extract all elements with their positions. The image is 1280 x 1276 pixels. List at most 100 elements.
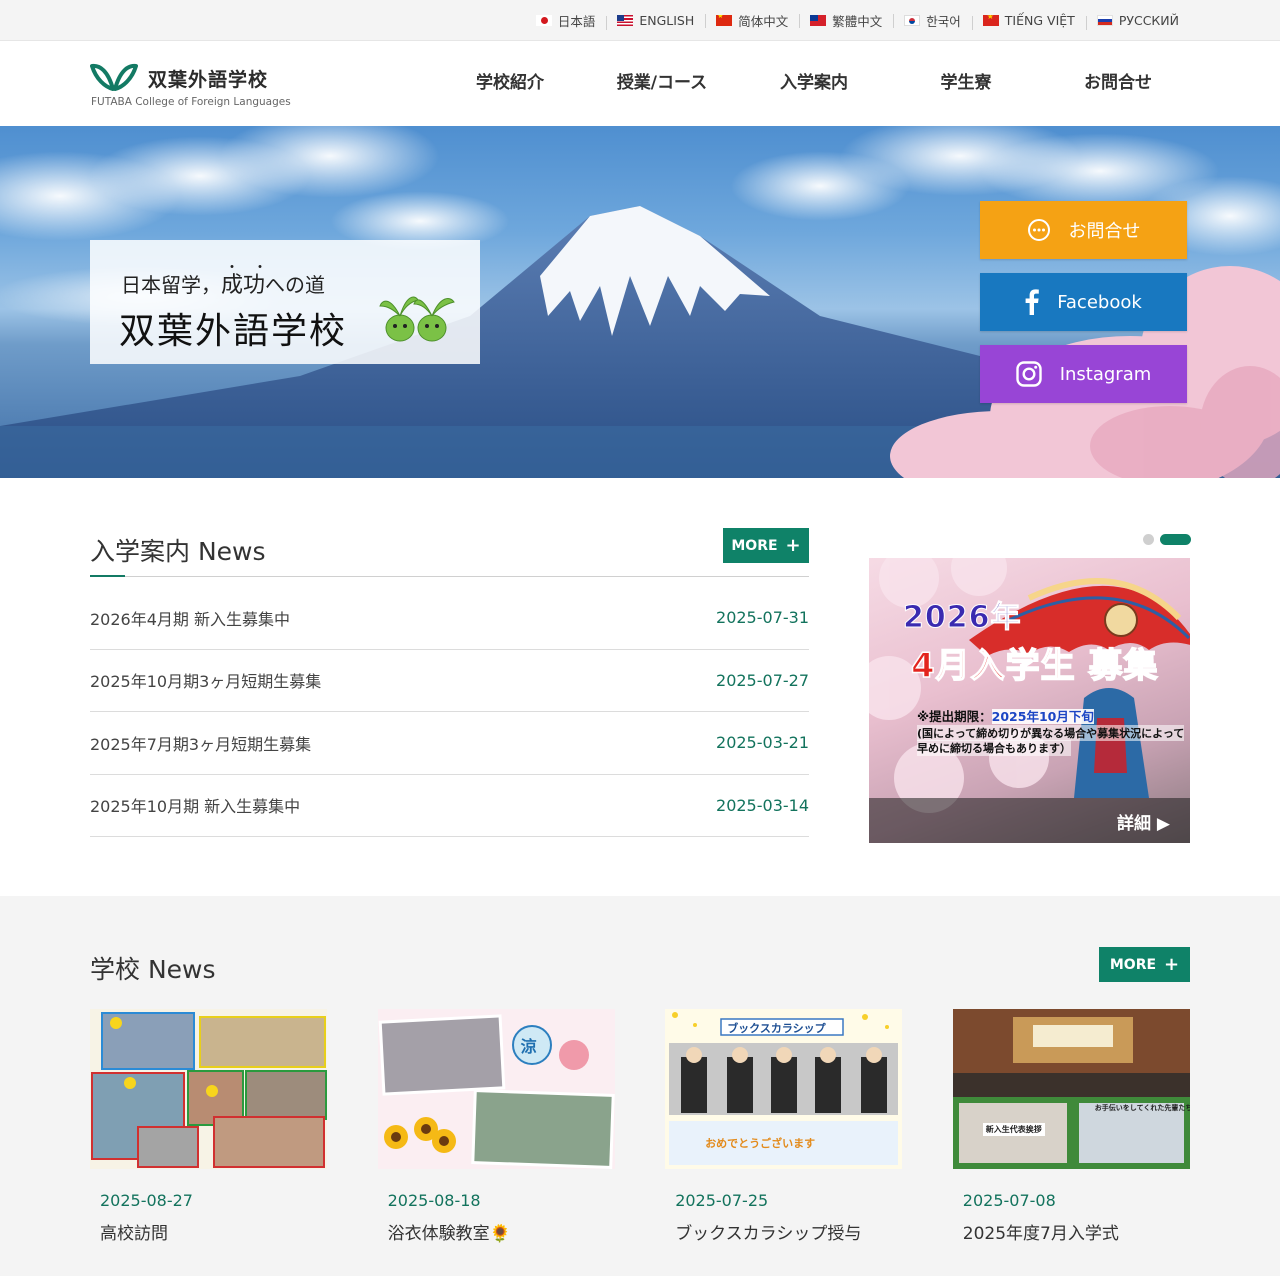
- more-label: MORE: [1109, 956, 1157, 973]
- thumbnail-footer-text: おめでとうございます: [705, 1137, 816, 1150]
- banner-deadline: ※提出期限：2025年10月下旬: [917, 706, 1094, 725]
- slider-dot[interactable]: [1143, 534, 1154, 545]
- admission-more-button[interactable]: MORE +: [723, 528, 809, 563]
- lang-en[interactable]: ENGLISH: [606, 12, 705, 30]
- chat-icon: [1027, 218, 1051, 242]
- news-date: 2025-07-31: [716, 608, 809, 628]
- card-title[interactable]: 浴衣体験教室🌻: [378, 1219, 615, 1244]
- admission-news-list: 2026年4月期 新入生募集中 2025-07-31 2025年10月期3ヶ月短期…: [90, 587, 809, 837]
- contact-button-label: お問合せ: [1068, 221, 1141, 242]
- news-thumbnail[interactable]: 新入生代表挨拶 お手伝いをしてくれた先輩たち: [952, 1009, 1190, 1169]
- banner-detail-link[interactable]: 詳細 ▶: [1117, 809, 1170, 834]
- slider-pagination: [1143, 534, 1191, 545]
- thumbnail-badge-text: 涼: [520, 1037, 537, 1056]
- card-date: 2025-07-25: [675, 1191, 769, 1210]
- title-underline: [90, 575, 125, 577]
- lang-label: ENGLISH: [639, 12, 695, 28]
- lang-label: 한국어: [926, 13, 961, 29]
- instagram-icon: [1016, 361, 1042, 387]
- thumbnail-caption: お手伝いをしてくれた先輩たち: [1094, 1104, 1190, 1112]
- news-date: 2025-07-27: [716, 670, 809, 690]
- news-item[interactable]: 2025年10月期3ヶ月短期生募集 2025-07-27: [90, 650, 809, 712]
- banner-note: 早めに締切る場合もあります）: [917, 740, 1071, 756]
- news-item[interactable]: 2026年4月期 新入生募集中 2025-07-31: [90, 587, 809, 650]
- facebook-button[interactable]: Facebook: [980, 273, 1187, 331]
- school-news-cards: 2025-08-27 高校訪問 涼 2025-08-18 浴衣体験教室🌻 ブック…: [90, 1009, 1190, 1244]
- nav-admission[interactable]: 入学案内: [738, 41, 890, 126]
- card-title[interactable]: 高校訪問: [90, 1219, 327, 1244]
- taiwan-flag-icon: [810, 14, 827, 26]
- facebook-button-label: Facebook: [1057, 291, 1142, 313]
- lang-zh-tw[interactable]: 繁體中文: [799, 11, 893, 30]
- card-title[interactable]: 2025年度7月入学式: [953, 1219, 1190, 1244]
- banner-note: (国によって締め切りが異なる場合や募集状況によって: [917, 725, 1185, 741]
- site-logo[interactable]: 双葉外語学校 FUTABA College of Foreign Languag…: [90, 63, 320, 113]
- facebook-icon: [1025, 289, 1040, 315]
- plus-icon: +: [785, 534, 801, 556]
- collage-photo-image: [90, 1009, 327, 1169]
- hero-tagline: 日本留学，成功への道: [121, 267, 325, 299]
- lang-label: 繁體中文: [832, 13, 883, 29]
- news-item[interactable]: 2025年7月期3ヶ月短期生募集 2025-03-21: [90, 712, 809, 775]
- tagline-suffix: への道: [265, 273, 326, 297]
- usa-flag-icon: [617, 14, 634, 26]
- thumbnail-caption: 新入生代表挨拶: [982, 1123, 1045, 1136]
- card-title[interactable]: ブックスカラシップ授与: [665, 1219, 902, 1244]
- more-label: MORE: [731, 537, 778, 554]
- instagram-button[interactable]: Instagram: [980, 345, 1187, 403]
- thumbnail-banner-text: ブックスカラシップ: [727, 1022, 826, 1035]
- global-nav: 学校紹介 授業/コース 入学案内 学生寮 お問合せ: [434, 41, 1194, 126]
- news-title: 2025年7月期3ヶ月短期生募集: [90, 734, 312, 754]
- news-date: 2025-03-14: [716, 795, 809, 815]
- site-header: 双葉外語学校 FUTABA College of Foreign Languag…: [0, 41, 1280, 126]
- lang-ko[interactable]: 한국어: [893, 11, 972, 30]
- hero-banner: 日本留学，成功への道 双葉外語学校 お問合せ Facebook: [0, 126, 1280, 478]
- news-title: 2026年4月期 新入生募集中: [90, 609, 290, 629]
- nav-about[interactable]: 学校紹介: [434, 41, 586, 126]
- school-more-button[interactable]: MORE +: [1099, 947, 1190, 982]
- china-flag-icon: [716, 14, 733, 26]
- sprout-mascot-icon: [379, 296, 455, 342]
- nav-courses[interactable]: 授業/コース: [586, 41, 738, 126]
- plus-icon: +: [1164, 953, 1180, 975]
- news-date: 2025-03-21: [716, 733, 809, 753]
- slider-dot-active[interactable]: [1160, 534, 1191, 545]
- lang-label: РУССКИЙ: [1118, 12, 1179, 28]
- card-date: 2025-08-27: [100, 1191, 193, 1210]
- lang-vi[interactable]: TIẾNG VIỆT: [971, 13, 1086, 30]
- korea-flag-icon: [904, 14, 921, 26]
- ceremony-photo-image: [952, 1009, 1190, 1169]
- japan-flag-icon: [535, 14, 552, 26]
- admission-news-title: 入学案内 News: [90, 537, 266, 566]
- contact-button[interactable]: お問合せ: [980, 201, 1187, 259]
- logo-name: 双葉外語学校: [148, 69, 269, 91]
- language-list: 日本語 ENGLISH 简体中文 繁體中文 한국어 TIẾNG VIỆT РУС…: [525, 0, 1190, 40]
- admission-banner[interactable]: 2026年 4月入学生 募集 ※提出期限：2025年10月下旬 (国によって締め…: [869, 558, 1190, 843]
- nav-dormitory[interactable]: 学生寮: [890, 41, 1042, 126]
- deadline-label: ※提出期限：: [917, 709, 992, 724]
- vietnam-flag-icon: [982, 14, 999, 26]
- news-thumbnail[interactable]: 涼: [377, 1009, 615, 1169]
- lang-label: 简体中文: [738, 13, 789, 29]
- news-card[interactable]: ブックスカラシップ おめでとうございます 2025-07-25 ブックスカラシッ…: [665, 1009, 903, 1244]
- news-thumbnail[interactable]: [90, 1009, 327, 1169]
- news-thumbnail[interactable]: ブックスカラシップ おめでとうございます: [665, 1009, 903, 1169]
- lang-ja[interactable]: 日本語: [525, 11, 607, 30]
- lang-zh-cn[interactable]: 简体中文: [705, 11, 799, 30]
- school-news-title: 学校 News: [90, 955, 216, 984]
- news-card[interactable]: 新入生代表挨拶 お手伝いをしてくれた先輩たち 2025-07-08 2025年度…: [952, 1009, 1190, 1244]
- nav-contact[interactable]: お問合せ: [1042, 41, 1194, 126]
- news-card[interactable]: 涼 2025-08-18 浴衣体験教室🌻: [377, 1009, 615, 1244]
- card-date: 2025-08-18: [387, 1191, 481, 1210]
- news-title: 2025年10月期 新入生募集中: [90, 797, 301, 817]
- russia-flag-icon: [1096, 14, 1113, 26]
- divider: [90, 576, 809, 577]
- lang-ru[interactable]: РУССКИЙ: [1085, 12, 1190, 30]
- card-date: 2025-07-08: [962, 1191, 1056, 1210]
- news-card[interactable]: 2025-08-27 高校訪問: [90, 1009, 327, 1244]
- leaf-logo-icon: [90, 63, 138, 91]
- lang-label: 日本語: [557, 13, 596, 29]
- banner-headline: 4月入学生 募集: [910, 645, 1159, 687]
- deadline-value: 2025年10月下旬: [991, 709, 1094, 724]
- news-item[interactable]: 2025年10月期 新入生募集中 2025-03-14: [90, 775, 809, 837]
